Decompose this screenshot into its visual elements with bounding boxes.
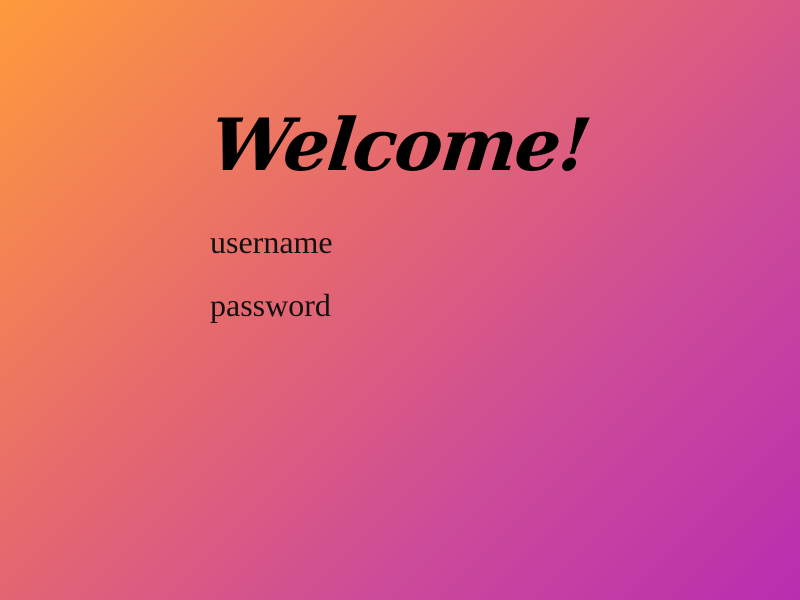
password-input[interactable] — [210, 285, 550, 325]
login-form — [210, 222, 590, 348]
username-input[interactable] — [210, 222, 550, 262]
page-title: Welcome! — [206, 102, 594, 187]
